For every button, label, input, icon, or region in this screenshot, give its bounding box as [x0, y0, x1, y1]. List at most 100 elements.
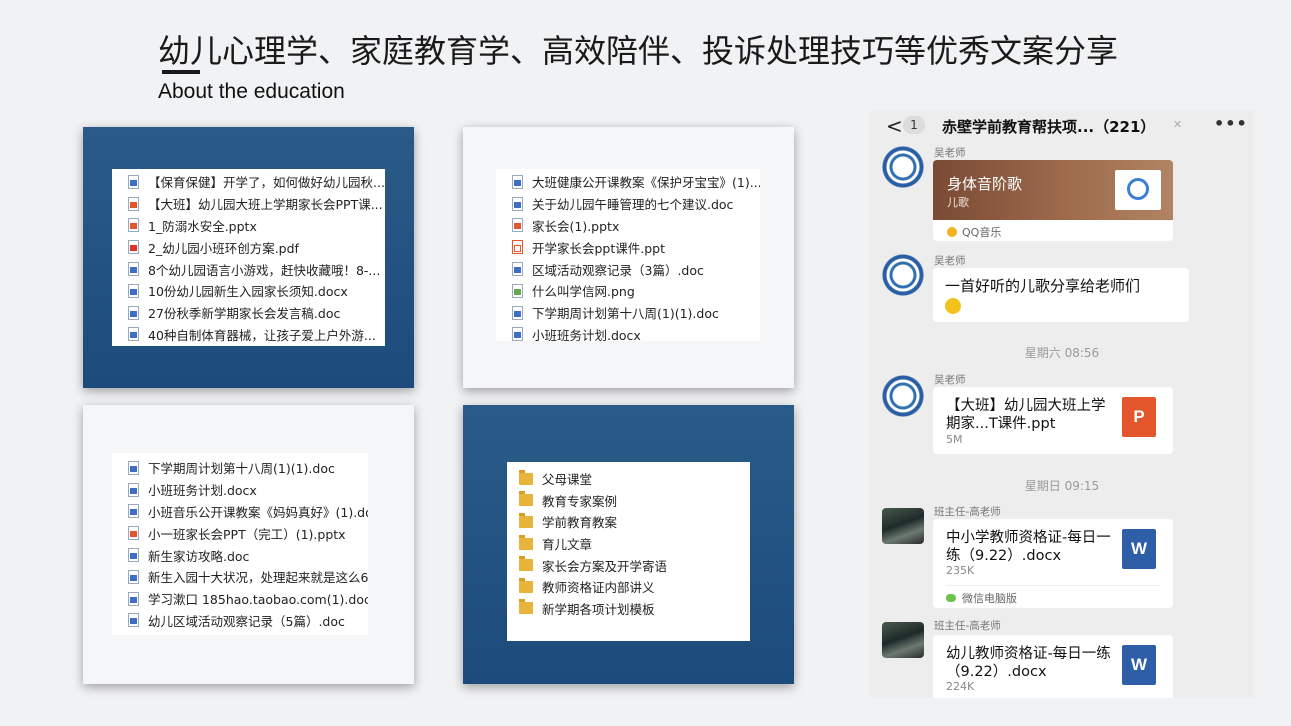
chat-header: < 1 赤壁学前教育帮扶项...（221） ✕ ••• — [870, 110, 1254, 142]
folder-icon — [519, 512, 533, 528]
file-item[interactable]: 8个幼儿园语言小游戏，赶快收藏哦！8-... — [112, 258, 385, 280]
file-item[interactable]: 大班健康公开课教案《保护牙宝宝》(1).... — [496, 171, 760, 193]
folder-icon — [519, 599, 533, 615]
png-file-icon — [512, 283, 523, 298]
file-name: 大班健康公开课教案《保护牙宝宝》(1).... — [532, 175, 760, 191]
file-name: 学习漱口 185hao.taobao.com(1).doc — [148, 592, 368, 608]
unread-badge: 1 — [903, 116, 925, 134]
ppt-file-icon — [128, 218, 139, 233]
file-name: 10份幼儿园新生入园家长须知.docx — [148, 284, 348, 300]
folder-item[interactable]: 育儿文章 — [507, 533, 750, 555]
doc-file-icon — [128, 504, 139, 519]
folder-icon — [519, 469, 533, 485]
folder-icon — [519, 491, 533, 507]
file-item[interactable]: 27份秋季新学期家长会发言稿.doc — [112, 302, 385, 324]
ppt-file-icon — [128, 526, 139, 541]
more-icon[interactable]: ••• — [1214, 114, 1248, 133]
file-message[interactable]: 幼儿教师资格证-每日一练（9.22）.docx 224K W — [933, 635, 1173, 698]
word-file-icon: W — [1122, 529, 1156, 569]
song-title: 身体音阶歌 — [947, 175, 1023, 193]
folder-item[interactable]: 父母课堂 — [507, 468, 750, 490]
file-name: 【大班】幼儿园大班上学期家长会PPT课... — [148, 197, 383, 213]
file-list: 下学期周计划第十八周(1)(1).doc 小班班务计划.docx 小班音乐公开课教案… — [112, 453, 368, 635]
file-item[interactable]: 下学期周计划第十八周(1)(1).doc — [112, 457, 368, 479]
doc-file-icon — [512, 305, 523, 320]
file-name: 新生家访攻略.doc — [148, 548, 250, 564]
mute-icon: ✕ — [1173, 118, 1183, 131]
sender-name: 吴老师 — [934, 374, 966, 386]
folder-item[interactable]: 学前教育教案 — [507, 511, 750, 533]
avatar[interactable] — [882, 622, 924, 658]
file-item[interactable]: 【大班】幼儿园大班上学期家长会PPT课... — [112, 193, 385, 215]
file-name: 8个幼儿园语言小游戏，赶快收藏哦！8-... — [148, 262, 381, 278]
doc-file-icon — [128, 482, 139, 497]
folder-item[interactable]: 教师资格证内部讲义 — [507, 576, 750, 598]
doc-file-icon — [128, 327, 139, 342]
file-item[interactable]: 10份幼儿园新生入园家长须知.docx — [112, 280, 385, 302]
file-message[interactable]: 中小学教师资格证-每日一练（9.22）.docx 235K W 微信电脑版 — [933, 519, 1173, 608]
music-card[interactable]: 身体音阶歌 儿歌 QQ音乐 — [933, 160, 1173, 241]
doc-file-icon — [128, 305, 139, 320]
sender-name: 班主任-高老师 — [934, 506, 1001, 518]
file-item[interactable]: 40种自制体育器械，让孩子爱上户外游... — [112, 324, 385, 346]
file-item[interactable]: 关于幼儿园午睡管理的七个建议.doc — [496, 193, 760, 215]
file-item[interactable]: 【保育保健】开学了，如何做好幼儿园秋... — [112, 171, 385, 193]
folder-icon — [519, 556, 533, 572]
file-item[interactable]: 开学家长会ppt课件.ppt — [496, 236, 760, 258]
file-item[interactable]: 区域活动观察记录（3篇）.doc — [496, 258, 760, 280]
avatar[interactable] — [882, 508, 924, 544]
file-item[interactable]: 什么叫学信网.png — [496, 280, 760, 302]
avatar[interactable] — [882, 375, 924, 417]
folder-name: 教师资格证内部讲义 — [542, 580, 655, 596]
file-item[interactable]: 小班班务计划.docx — [496, 324, 760, 341]
sender-name: 吴老师 — [934, 147, 966, 159]
file-list: 【保育保健】开学了，如何做好幼儿园秋... 【大班】幼儿园大班上学期家长会PPT课… — [112, 169, 385, 346]
sender-name: 吴老师 — [934, 255, 966, 267]
file-name: 27份秋季新学期家长会发言稿.doc — [148, 306, 341, 322]
file-item[interactable]: 小班班务计划.docx — [112, 479, 368, 501]
file-item[interactable]: 学习漱口 185hao.taobao.com(1).doc — [112, 588, 368, 610]
folder-name: 家长会方案及开学寄语 — [542, 558, 668, 574]
file-name: 2_幼儿园小班环创方案.pdf — [148, 240, 299, 256]
back-icon[interactable]: < — [886, 114, 903, 138]
file-name: 什么叫学信网.png — [532, 284, 635, 300]
file-name: 40种自制体育器械，让孩子爱上户外游... — [148, 327, 376, 343]
title-underline — [162, 70, 200, 74]
file-message[interactable]: 【大班】幼儿园大班上学期家...T课件.ppt 5M P — [933, 387, 1173, 454]
file-item[interactable]: 新生入园十大状况，处理起来就是这么6.... — [112, 566, 368, 588]
doc-file-icon — [128, 262, 139, 277]
file-name: 幼儿区域活动观察记录（5篇）.doc — [148, 613, 345, 629]
file-item[interactable]: 新生家访攻略.doc — [112, 544, 368, 566]
music-source: QQ音乐 — [947, 224, 1001, 240]
avatar[interactable] — [882, 254, 924, 296]
text-message[interactable]: 一首好听的儿歌分享给老师们 — [933, 268, 1189, 322]
file-list: 大班健康公开课教案《保护牙宝宝》(1).... 关于幼儿园午睡管理的七个建议.do… — [496, 169, 760, 341]
file-item[interactable]: 小班音乐公开课教案《妈妈真好》(1).doc — [112, 501, 368, 523]
folder-item[interactable]: 新学期各项计划模板 — [507, 598, 750, 620]
file-size: 224K — [946, 680, 975, 693]
slide-subtitle: About the education — [158, 80, 345, 103]
word-file-icon: W — [1122, 645, 1156, 685]
wechat-group-chat: < 1 赤壁学前教育帮扶项...（221） ✕ ••• 吴老师 身体音阶歌 儿歌… — [870, 110, 1254, 698]
file-item[interactable]: 2_幼儿园小班环创方案.pdf — [112, 236, 385, 258]
avatar[interactable] — [882, 146, 924, 188]
pdf-file-icon — [128, 240, 139, 255]
file-item[interactable]: 幼儿区域活动观察记录（5篇）.doc — [112, 610, 368, 632]
folder-name: 教育专家案例 — [542, 493, 618, 509]
doc-file-icon — [128, 569, 139, 584]
file-item[interactable]: 1_防溺水安全.pptx — [112, 215, 385, 237]
file-item[interactable]: 下学期周计划第十八周(1)(1).doc — [496, 302, 760, 324]
folder-item[interactable]: 教育专家案例 — [507, 490, 750, 512]
doc-file-icon — [512, 196, 523, 211]
music-card-top: 身体音阶歌 儿歌 — [933, 160, 1173, 220]
file-name: 家长会(1).pptx — [532, 218, 620, 234]
qq-music-icon — [947, 227, 957, 237]
folder-item[interactable]: 家长会方案及开学寄语 — [507, 554, 750, 576]
sender-name: 班主任-高老师 — [934, 620, 1001, 632]
file-item[interactable]: 家长会(1).pptx — [496, 215, 760, 237]
music-thumbnail — [1115, 170, 1161, 210]
doc-file-icon — [512, 327, 523, 341]
source-label: QQ音乐 — [962, 226, 1002, 239]
folder-name: 父母课堂 — [542, 472, 593, 488]
file-item[interactable]: 小一班家长会PPT（完工）(1).pptx — [112, 522, 368, 544]
